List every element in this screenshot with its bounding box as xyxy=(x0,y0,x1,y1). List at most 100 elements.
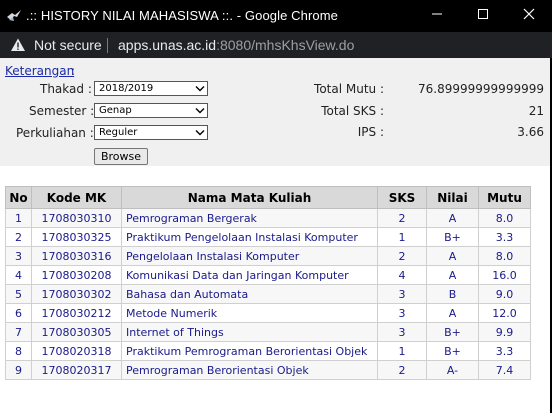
security-label[interactable]: Not secure xyxy=(34,37,102,53)
cell-no: 2 xyxy=(5,227,32,247)
cell-kode-mk: 1708030316 xyxy=(31,246,122,266)
chevron-down-icon xyxy=(195,83,205,94)
cell-nilai: B+ xyxy=(426,341,479,361)
cell-kode-mk: 1708020318 xyxy=(31,341,122,361)
chevron-down-icon xyxy=(195,127,205,138)
cell-mutu: 8.0 xyxy=(478,208,531,228)
cell-nilai: A xyxy=(426,303,479,323)
browse-button[interactable]: Browse xyxy=(94,148,148,165)
table-row: 4 1708030208 Komunikasi Data dan Jaringa… xyxy=(5,265,531,285)
header-no: No xyxy=(5,186,32,209)
cell-no: 1 xyxy=(5,208,32,228)
header-mutu: Mutu xyxy=(478,186,531,209)
cell-nama-mk: Pemrograman Berorientasi Objek xyxy=(121,360,378,380)
cell-sks: 3 xyxy=(377,322,427,342)
cell-sks: 1 xyxy=(377,341,427,361)
header-kode-mk: Kode MK xyxy=(31,186,122,209)
cell-nama-mk: Metode Numerik xyxy=(121,303,378,323)
cell-kode-mk: 1708030310 xyxy=(31,208,122,228)
close-icon xyxy=(523,7,535,25)
warning-triangle-icon[interactable] xyxy=(10,37,26,53)
thakad-select[interactable]: 2018/2019 xyxy=(94,81,208,96)
url-path: :8080/mhsKhsView.do xyxy=(216,37,355,53)
cell-no: 7 xyxy=(5,322,32,342)
cell-kode-mk: 1708020317 xyxy=(31,360,122,380)
table-row: 2 1708030325 Praktikum Pengelolaan Insta… xyxy=(5,227,531,247)
semester-value: Genap xyxy=(99,105,132,116)
cell-sks: 2 xyxy=(377,246,427,266)
table-row: 3 1708030316 Pengelolaan Instalasi Kompu… xyxy=(5,246,531,266)
cell-nilai: A xyxy=(426,265,479,285)
cell-nama-mk: Komunikasi Data dan Jaringan Komputer xyxy=(121,265,378,285)
table-row: 9 1708020317 Pemrograman Berorientasi Ob… xyxy=(5,360,531,380)
cell-nilai: B+ xyxy=(426,322,479,342)
cell-mutu: 3.3 xyxy=(478,227,531,247)
cell-nama-mk: Bahasa dan Automata xyxy=(121,284,378,304)
cell-nilai: A- xyxy=(426,360,479,380)
header-sks: SKS xyxy=(377,186,427,209)
cell-kode-mk: 1708030305 xyxy=(31,322,122,342)
thakad-label: Thakad : xyxy=(40,82,92,96)
thakad-value: 2018/2019 xyxy=(99,83,154,94)
cell-nama-mk: Pengelolaan Instalasi Komputer xyxy=(121,246,378,266)
cell-kode-mk: 1708030208 xyxy=(31,265,122,285)
header-nama-mata-kuliah: Nama Mata Kuliah xyxy=(121,186,378,209)
table-row: 8 1708020318 Praktikum Pemrograman Beror… xyxy=(5,341,531,361)
cell-sks: 2 xyxy=(377,208,427,228)
table-row: 7 1708030305 Internet of Things 3 B+ 9.9 xyxy=(5,322,531,342)
maximize-button[interactable] xyxy=(460,0,506,32)
close-button[interactable] xyxy=(506,0,552,32)
cell-sks: 4 xyxy=(377,265,427,285)
cell-nama-mk: Praktikum Pemrograman Berorientasi Objek xyxy=(121,341,378,361)
table-row: 6 1708030212 Metode Numerik 3 A 12.0 xyxy=(5,303,531,323)
cell-no: 8 xyxy=(5,341,32,361)
perkuliahan-value: Reguler xyxy=(99,127,138,138)
cell-nilai: A xyxy=(426,208,479,228)
cell-sks: 3 xyxy=(377,303,427,323)
cell-mutu: 12.0 xyxy=(478,303,531,323)
cell-no: 3 xyxy=(5,246,32,266)
cell-mutu: 3.3 xyxy=(478,341,531,361)
cell-mutu: 16.0 xyxy=(478,265,531,285)
window-title: .:: HISTORY NILAI MAHASISWA ::. - Google… xyxy=(26,8,338,23)
url-host: apps.unas.ac.id xyxy=(118,37,217,53)
perkuliahan-select[interactable]: Reguler xyxy=(94,125,208,140)
table-header-row: No Kode MK Nama Mata Kuliah SKS Nilai Mu… xyxy=(5,186,531,209)
cell-mutu: 9.0 xyxy=(478,284,531,304)
cell-nilai: A xyxy=(426,246,479,266)
table-row: 1 1708030310 Pemrograman Bergerak 2 A 8.… xyxy=(5,208,531,228)
minimize-icon xyxy=(431,7,443,25)
cell-nama-mk: Internet of Things xyxy=(121,322,378,342)
ips-value: 3.66 xyxy=(517,125,544,139)
page-content: Keterangan : Thakad : 2018/2019 Semester… xyxy=(0,58,552,413)
chevron-down-icon xyxy=(195,105,205,116)
url-text[interactable]: apps.unas.ac.id:8080/mhsKhsView.do xyxy=(118,37,354,53)
maximize-icon xyxy=(477,7,489,25)
title-bar[interactable]: .:: HISTORY NILAI MAHASISWA ::. - Google… xyxy=(0,0,552,32)
cell-sks: 2 xyxy=(377,360,427,380)
keterangan-link[interactable]: Keterangan xyxy=(5,64,74,78)
cell-no: 4 xyxy=(5,265,32,285)
cell-kode-mk: 1708030325 xyxy=(31,227,122,247)
ips-label: IPS : xyxy=(357,125,384,139)
cell-kode-mk: 1708030212 xyxy=(31,303,122,323)
cell-no: 5 xyxy=(5,284,32,304)
cell-mutu: 9.9 xyxy=(478,322,531,342)
keterangan-colon: : xyxy=(71,64,76,78)
semester-label: Semester : xyxy=(29,104,95,118)
cell-nilai: B+ xyxy=(426,227,479,247)
khs-table: No Kode MK Nama Mata Kuliah SKS Nilai Mu… xyxy=(5,186,531,380)
cell-nilai: B xyxy=(426,284,479,304)
cell-sks: 3 xyxy=(377,284,427,304)
address-bar[interactable]: Not secure apps.unas.ac.id:8080/mhsKhsVi… xyxy=(0,32,552,58)
total-mutu-value: 76.89999999999999 xyxy=(418,82,544,96)
semester-select[interactable]: Genap xyxy=(94,103,208,118)
total-mutu-label: Total Mutu : xyxy=(314,82,384,96)
cell-no: 6 xyxy=(5,303,32,323)
cell-mutu: 8.0 xyxy=(478,246,531,266)
cell-mutu: 7.4 xyxy=(478,360,531,380)
cell-nama-mk: Pemrograman Bergerak xyxy=(121,208,378,228)
address-divider xyxy=(107,38,108,53)
minimize-button[interactable] xyxy=(414,0,460,32)
cell-kode-mk: 1708030302 xyxy=(31,284,122,304)
